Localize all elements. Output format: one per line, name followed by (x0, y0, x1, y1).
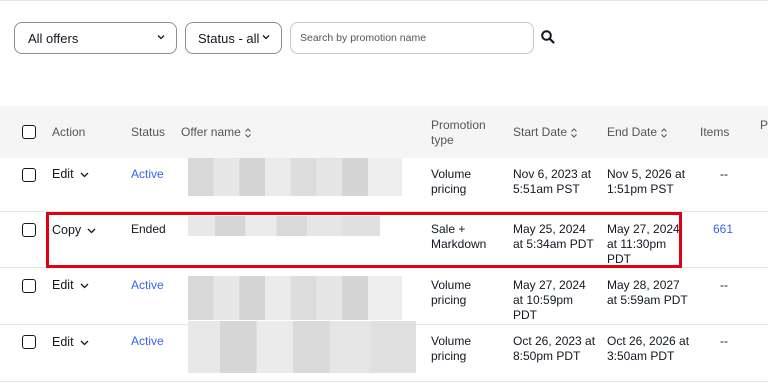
action-label: Copy (52, 223, 82, 237)
chevron-down-icon (80, 283, 89, 288)
status-badge: Active (131, 334, 164, 348)
end-date: Oct 26, 2026 at 3:50am PDT (607, 334, 690, 363)
row-checkbox[interactable] (22, 335, 36, 349)
sort-icon (661, 128, 667, 138)
action-label: Edit (52, 335, 74, 349)
action-label: Edit (52, 167, 74, 181)
start-date: May 25, 2024 at 5:34am PDT (513, 222, 594, 251)
search-icon[interactable] (540, 29, 556, 45)
start-date: Nov 6, 2023 at 5:51am PST (513, 167, 592, 196)
start-date: May 27, 2024 at 10:59pm PDT (513, 278, 586, 322)
status-badge: Ended (131, 222, 166, 236)
chevron-down-icon (80, 172, 89, 177)
chevron-down-icon (157, 35, 165, 40)
row-checkbox[interactable] (22, 279, 36, 293)
chevron-down-icon (262, 35, 270, 40)
header-items: Items (700, 125, 730, 139)
header-start-date[interactable]: Start Date (513, 125, 578, 140)
offers-filter-select[interactable]: All offers (14, 22, 177, 54)
action-label: Edit (52, 278, 74, 292)
table-row: Copy Ended Sale + Markdown May 25, 2024 … (0, 212, 768, 268)
offers-filter-label: All offers (28, 30, 79, 46)
items-count-link[interactable]: 661 (713, 222, 733, 237)
header-start-date-label: Start Date (513, 125, 568, 139)
sort-icon (571, 128, 577, 138)
redacted-offer-name (188, 158, 402, 196)
header-end-date-label: End Date (607, 125, 658, 139)
end-date: May 28, 2027 at 5:59am PDT (607, 278, 688, 307)
table-row: Edit Active Volume pricing May 27, 2024 … (0, 268, 768, 325)
items-count: -- (720, 167, 728, 181)
redacted-offer-name (188, 321, 416, 373)
header-end-date[interactable]: End Date (607, 125, 668, 140)
promotion-type: Volume pricing (431, 278, 472, 307)
header-promotion-type: Promotion type (431, 118, 486, 147)
promotion-type: Volume pricing (431, 334, 472, 363)
table-row: Edit Active Volume pricing Oct 26, 2023 … (0, 321, 768, 382)
table-row: Edit Active Volume pricing Nov 6, 2023 a… (0, 158, 768, 212)
row-action-menu[interactable]: Edit (52, 167, 89, 182)
end-date: Nov 5, 2026 at 1:51pm PST (607, 167, 686, 196)
select-all-checkbox[interactable] (22, 125, 36, 139)
header-truncated: P (760, 118, 768, 132)
sort-icon (244, 128, 251, 138)
promotion-type: Sale + Markdown (431, 222, 487, 251)
row-checkbox[interactable] (22, 168, 36, 182)
start-date: Oct 26, 2023 at 8:50pm PDT (513, 334, 596, 363)
table-header: Action Status Offer name Promotion type … (0, 106, 768, 158)
promotion-search-input[interactable] (290, 22, 534, 54)
end-date: May 27, 2024 at 11:30pm PDT (607, 222, 680, 266)
top-divider (0, 0, 768, 1)
header-offer-name-label: Offer name (181, 125, 241, 139)
row-action-menu[interactable]: Edit (52, 278, 89, 293)
status-badge: Active (131, 167, 164, 181)
promotion-type: Volume pricing (431, 167, 472, 196)
row-action-menu[interactable]: Edit (52, 335, 89, 350)
redacted-offer-name (188, 216, 380, 236)
row-action-menu[interactable]: Copy (52, 223, 96, 238)
items-count: -- (720, 334, 728, 348)
header-offer-name[interactable]: Offer name (181, 125, 252, 140)
header-status: Status (131, 125, 166, 139)
status-badge: Active (131, 278, 164, 292)
items-count: -- (720, 278, 728, 292)
chevron-down-icon (87, 228, 96, 233)
chevron-down-icon (80, 340, 89, 345)
redacted-offer-name (188, 276, 402, 320)
status-filter-select[interactable]: Status - all (185, 22, 282, 54)
row-checkbox[interactable] (22, 223, 36, 237)
status-filter-label: Status - all (198, 30, 260, 46)
header-action: Action (52, 125, 86, 139)
